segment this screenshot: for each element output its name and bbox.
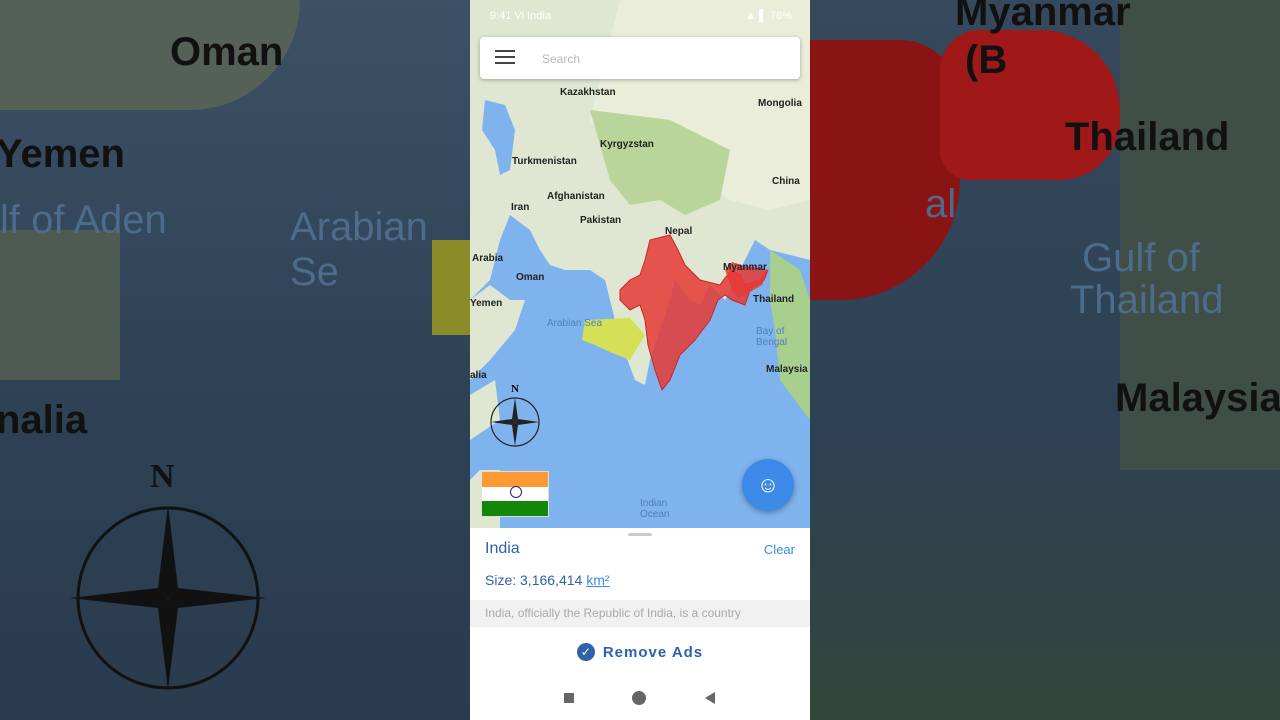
phone-screen: 9:41 Vi India ▲ ▌ 76% Kazakhstan Mongoli… <box>470 0 810 720</box>
bg-label-somalia: nalia <box>0 398 88 442</box>
map-view[interactable]: 9:41 Vi India ▲ ▌ 76% Kazakhstan Mongoli… <box>470 0 810 528</box>
map-label-turkmenistan: Turkmenistan <box>512 156 577 167</box>
smile-icon: ☺ <box>756 472 780 497</box>
map-label-yemen: Yemen <box>470 298 503 309</box>
map-label-somalia: alia <box>470 370 487 381</box>
map-label-thailand: Thailand <box>753 294 795 305</box>
remove-ads-button[interactable]: ✓ Remove Ads <box>470 626 810 677</box>
country-name: India <box>485 540 520 557</box>
map-label-indian-ocean: Indian Ocean <box>640 498 670 520</box>
size-text: Size: 3,166,414 <box>485 572 587 588</box>
bg-label-thailand-gulf: Thailand <box>1070 278 1224 322</box>
map-label-arabian-sea: Arabian Sea <box>547 318 603 329</box>
status-left: 9:41 Vi India <box>490 10 551 22</box>
map-label-kyrgyzstan: Kyrgyzstan <box>600 139 654 150</box>
search-bar <box>480 37 800 79</box>
bg-label-oman: Oman <box>170 30 284 74</box>
bg-label-bengal: al <box>925 182 957 226</box>
compass-icon[interactable]: N <box>488 383 544 453</box>
check-icon: ✓ <box>576 643 595 661</box>
sheet-handle[interactable] <box>628 533 652 536</box>
country-description: India, officially the Republic of India,… <box>470 600 810 626</box>
clear-button[interactable]: Clear <box>764 542 795 557</box>
bg-compass-icon <box>70 505 266 690</box>
background-left: Oman Yemen lf of Aden Arabian Se nalia N <box>0 0 470 720</box>
status-bar: 9:41 Vi India ▲ ▌ 76% <box>470 0 810 32</box>
map-label-malaysia: Malaysia <box>766 364 808 375</box>
status-right: ▲ ▌ 76% <box>745 10 792 22</box>
fab-button[interactable]: ☺ <box>742 459 794 511</box>
map-label-iran: Iran <box>511 202 530 213</box>
map-label-myanmar: Myanmar <box>723 262 767 273</box>
country-size: Size: 3,166,414 km² <box>485 572 610 588</box>
bg-label-thailand: Thailand <box>1065 115 1230 159</box>
bg-label-gulf-of: Gulf of <box>1082 236 1200 280</box>
menu-icon[interactable] <box>495 50 515 66</box>
map-label-mongolia: Mongolia <box>758 98 802 109</box>
map-label-nepal: Nepal <box>665 226 693 237</box>
back-button[interactable] <box>705 692 715 704</box>
land-somalia <box>0 230 120 380</box>
remove-ads-label: Remove Ads <box>602 643 704 661</box>
map-label-kazakhstan: Kazakhstan <box>560 87 616 98</box>
background-right: Myanmar (B Thailand al Gulf of Thailand … <box>810 0 1280 720</box>
bg-label-malaysia: Malaysia <box>1115 376 1280 420</box>
system-nav-bar <box>470 676 810 720</box>
bg-label-yemen: Yemen <box>0 132 125 176</box>
bottom-sheet: India Clear Size: 3,166,414 km² India, o… <box>470 528 810 626</box>
search-input[interactable] <box>540 47 784 71</box>
bg-label-burma: (B <box>965 38 1008 82</box>
description-text: India, officially the Republic of India,… <box>485 606 741 620</box>
compass-rose <box>490 397 540 447</box>
map-label-arabia: Arabia <box>472 253 504 264</box>
map-label-bay-of-bengal: Bay of Bengal <box>756 326 788 348</box>
map-label-china: China <box>772 176 800 187</box>
bg-yellow-shape <box>432 240 470 335</box>
bg-india-shape <box>810 40 960 300</box>
map-label-pakistan: Pakistan <box>580 215 622 226</box>
bg-label-myanmar: Myanmar <box>955 0 1131 34</box>
map-label-oman: Oman <box>516 272 545 283</box>
compass-n-label: N <box>511 383 519 395</box>
size-unit-link[interactable]: km² <box>586 572 609 588</box>
map-label-afghanistan: Afghanistan <box>547 191 605 202</box>
home-button[interactable] <box>632 691 646 705</box>
bg-label-gulf-of-aden: lf of Aden <box>0 198 167 242</box>
india-flag-icon <box>481 471 549 517</box>
recents-button[interactable] <box>564 693 574 703</box>
